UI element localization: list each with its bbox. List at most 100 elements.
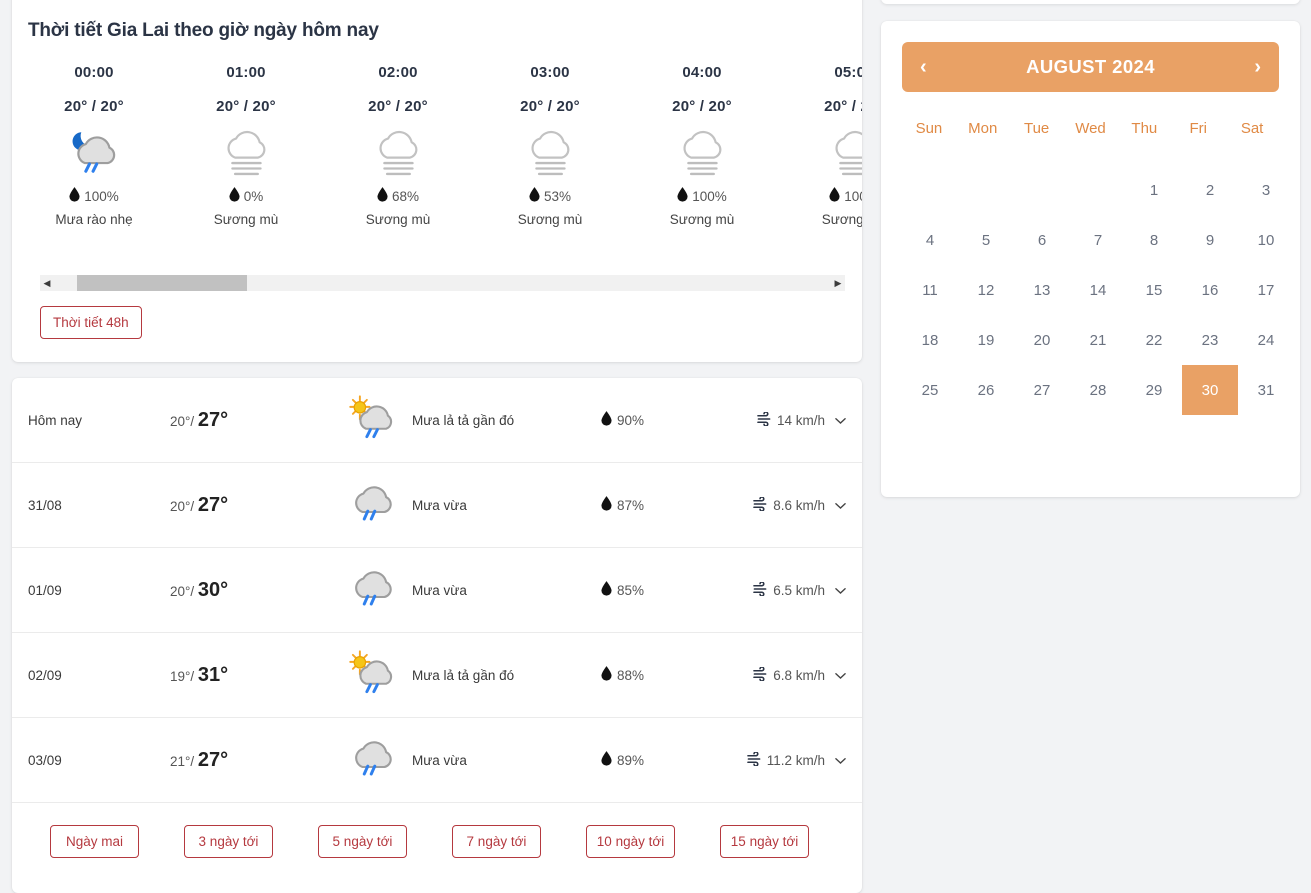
calendar-day-label: 26 xyxy=(977,381,995,399)
day-wind[interactable]: 11.2 km/h xyxy=(721,750,846,769)
day-humidity: 88% xyxy=(601,666,721,684)
calendar-weekday-header: Sun Mon Tue Wed Thu Fri Sat xyxy=(902,106,1279,151)
calendar-day[interactable]: 15 xyxy=(1126,265,1182,315)
calendar-prev-icon[interactable]: ‹ xyxy=(920,57,927,77)
chevron-down-icon[interactable] xyxy=(835,753,846,768)
calendar-day-label: 20 xyxy=(1033,331,1051,349)
calendar-day[interactable]: 16 xyxy=(1182,265,1238,315)
forecast-range-button[interactable]: 15 ngày tới xyxy=(720,825,809,858)
forecast-range-button[interactable]: 5 ngày tới xyxy=(318,825,407,858)
day-condition: Mưa vừa xyxy=(340,561,601,619)
scroll-right-arrow-icon[interactable]: ▶ xyxy=(831,278,845,288)
calendar-day[interactable]: 13 xyxy=(1014,265,1070,315)
calendar-empty-cell xyxy=(958,165,1014,215)
calendar-day[interactable]: 27 xyxy=(1014,365,1070,415)
chevron-down-icon[interactable] xyxy=(835,583,846,598)
chevron-down-icon[interactable] xyxy=(835,498,846,513)
calendar-next-icon[interactable]: › xyxy=(1254,57,1261,77)
calendar-weekday: Mon xyxy=(968,120,998,137)
calendar-day[interactable]: 21 xyxy=(1070,315,1126,365)
table-row[interactable]: 01/09 20°/ 30° Mưa vừa 85% 6.5 km/h xyxy=(12,548,862,633)
table-row[interactable]: 03/09 21°/ 27° Mưa vừa 89% 11.2 km/h xyxy=(12,718,862,803)
day-temperature: 20°/ 27° xyxy=(170,408,229,431)
day-wind[interactable]: 14 km/h xyxy=(721,410,846,429)
calendar-day[interactable]: 8 xyxy=(1126,215,1182,265)
calendar-day[interactable]: 3 xyxy=(1238,165,1294,215)
hourly-precipitation-value: 100% xyxy=(844,188,862,204)
calendar-day[interactable]: 2 xyxy=(1182,165,1238,215)
hourly-time: 00:00 xyxy=(74,64,114,81)
calendar-day[interactable]: 19 xyxy=(958,315,1014,365)
hourly-forecast-card: Thời tiết Gia Lai theo giờ ngày hôm nay … xyxy=(12,0,862,362)
calendar-weekday: Sat xyxy=(1240,120,1264,137)
cloud-rain-icon xyxy=(340,731,406,789)
calendar-day[interactable]: 4 xyxy=(902,215,958,265)
chevron-down-icon[interactable] xyxy=(835,668,846,683)
calendar-day[interactable]: 29 xyxy=(1126,365,1182,415)
calendar-day[interactable]: 18 xyxy=(902,315,958,365)
sun-cloud-rain-icon xyxy=(340,646,406,704)
water-drop-icon xyxy=(601,496,612,514)
day-wind[interactable]: 6.5 km/h xyxy=(721,580,846,599)
calendar-day-label: 14 xyxy=(1089,281,1107,299)
calendar-day[interactable]: 14 xyxy=(1070,265,1126,315)
calendar-day[interactable]: 26 xyxy=(958,365,1014,415)
calendar-day[interactable]: 11 xyxy=(902,265,958,315)
calendar-day[interactable]: 6 xyxy=(1014,215,1070,265)
calendar-day[interactable]: 28 xyxy=(1070,365,1126,415)
day-date: 03/09 xyxy=(28,752,62,768)
forecast-range-button[interactable]: 10 ngày tới xyxy=(586,825,675,858)
horizontal-scrollbar[interactable]: ◀ ▶ xyxy=(40,275,845,291)
top-panel-stub xyxy=(881,0,1300,4)
scrollbar-thumb[interactable] xyxy=(77,275,247,291)
scroll-left-arrow-icon[interactable]: ◀ xyxy=(40,278,54,288)
hourly-column: 01:00 20° / 20° 0% Sương mù xyxy=(170,64,322,227)
hourly-scroll-viewport[interactable]: 00:00 20° / 20° 100% Mưa rào nhẹ 01:00 2… xyxy=(12,64,862,244)
calendar-day[interactable]: 24 xyxy=(1238,315,1294,365)
calendar-day[interactable]: 9 xyxy=(1182,215,1238,265)
table-row[interactable]: 02/09 19°/ 31° Mưa lả tả gần đó 88% 6.8 … xyxy=(12,633,862,718)
hourly-precipitation-value: 100% xyxy=(692,188,727,204)
fog-icon xyxy=(778,123,862,185)
calendar-day[interactable]: 22 xyxy=(1126,315,1182,365)
calendar-day[interactable]: 20 xyxy=(1014,315,1070,365)
wind-icon xyxy=(753,495,768,514)
forecast-range-button[interactable]: 7 ngày tới xyxy=(452,825,541,858)
scrollbar-track[interactable] xyxy=(54,275,831,291)
daily-forecast-list: Hôm nay 20°/ 27° Mưa lả tả gần đó 90% 14… xyxy=(12,378,862,803)
calendar-day[interactable]: 25 xyxy=(902,365,958,415)
hourly-condition: Sương mù xyxy=(821,212,862,227)
day-wind[interactable]: 8.6 km/h xyxy=(721,495,846,514)
calendar-day-label: 30 xyxy=(1182,365,1238,415)
forecast-range-button[interactable]: Ngày mai xyxy=(50,825,139,858)
hourly-temperature: 20° / 20° xyxy=(824,98,862,115)
day-humidity-value: 89% xyxy=(617,752,645,768)
hourly-column: 05:00 20° / 20° 100% Sương mù xyxy=(778,64,862,227)
calendar-day-selected[interactable]: 30 xyxy=(1182,365,1238,415)
forecast-range-button[interactable]: 3 ngày tới xyxy=(184,825,273,858)
calendar-day[interactable]: 5 xyxy=(958,215,1014,265)
day-condition: Mưa vừa xyxy=(340,476,601,534)
calendar-day[interactable]: 12 xyxy=(958,265,1014,315)
calendar-day[interactable]: 23 xyxy=(1182,315,1238,365)
water-drop-icon xyxy=(529,187,540,205)
calendar-day-label: 5 xyxy=(981,231,991,249)
forecast-range-buttons: Ngày mai 3 ngày tới 5 ngày tới 7 ngày tới 10… xyxy=(12,803,862,858)
table-row[interactable]: 31/08 20°/ 27° Mưa vừa 87% 8.6 km/h xyxy=(12,463,862,548)
calendar-day[interactable]: 31 xyxy=(1238,365,1294,415)
forecast-48h-button[interactable]: Thời tiết 48h xyxy=(40,306,142,339)
calendar-day-label: 12 xyxy=(977,281,995,299)
calendar-day[interactable]: 1 xyxy=(1126,165,1182,215)
day-wind[interactable]: 6.8 km/h xyxy=(721,665,846,684)
day-temperature: 20°/ 30° xyxy=(170,578,229,601)
calendar-day[interactable]: 7 xyxy=(1070,215,1126,265)
calendar-day-label: 17 xyxy=(1257,281,1275,299)
calendar-empty-cell xyxy=(902,165,958,215)
hourly-column: 04:00 20° / 20° 100% Sương mù xyxy=(626,64,778,227)
calendar-day[interactable]: 10 xyxy=(1238,215,1294,265)
water-drop-icon xyxy=(69,187,80,205)
table-row[interactable]: Hôm nay 20°/ 27° Mưa lả tả gần đó 90% 14… xyxy=(12,378,862,463)
chevron-down-icon[interactable] xyxy=(835,413,846,428)
water-drop-icon xyxy=(377,187,388,205)
calendar-day[interactable]: 17 xyxy=(1238,265,1294,315)
